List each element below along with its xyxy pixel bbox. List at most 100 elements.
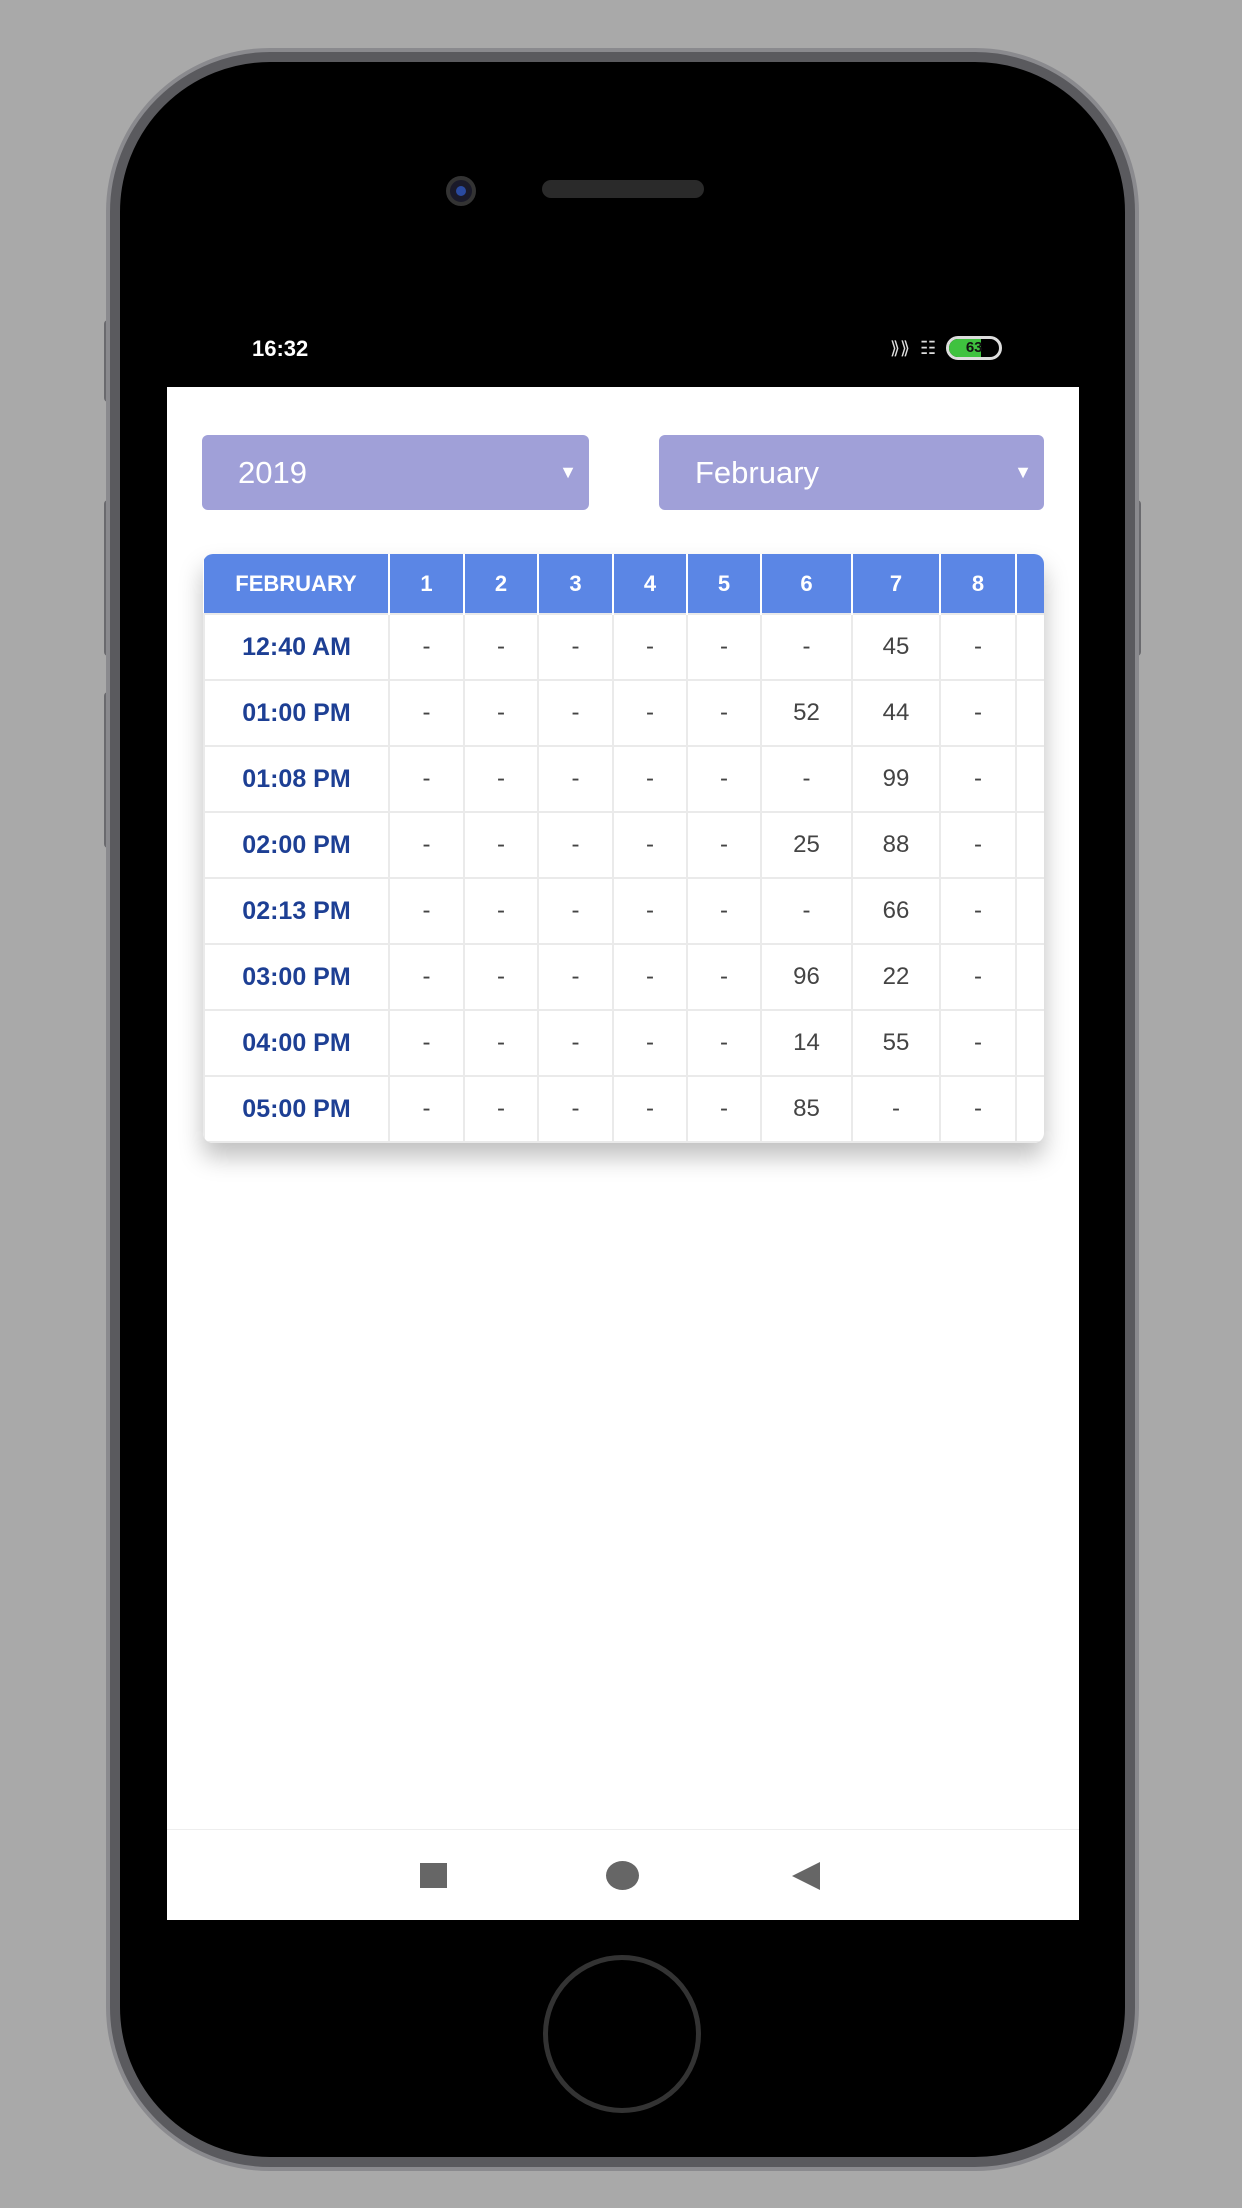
network-icon: ☷ (920, 337, 937, 358)
value-cell: - (939, 1009, 1017, 1077)
year-dropdown[interactable]: 2019 ▼ (202, 435, 589, 510)
value-cell: 25 (760, 811, 853, 879)
value-cell: - (388, 877, 465, 945)
value-cell: - (537, 811, 614, 879)
value-cell: - (939, 745, 1017, 813)
value-cell: - (463, 1075, 539, 1143)
value-cell: - (612, 679, 688, 747)
value-cell: - (537, 613, 614, 681)
back-icon[interactable] (792, 1862, 820, 1890)
value-cell: - (612, 811, 688, 879)
table-row: 05:00 PM - - - - -85- - (203, 1075, 1044, 1143)
battery-icon: 63 (946, 336, 1003, 360)
table-row: 04:00 PM - - - - -14 55- (203, 1009, 1044, 1077)
value-cell: - (537, 943, 614, 1011)
value-cell: - (463, 943, 539, 1011)
readings-table[interactable]: FEBRUARY 1 2 3 4 5 6 7 8 12:40 AM - - - - - -45-01:00 … (203, 554, 1044, 1143)
home-icon[interactable] (606, 1861, 639, 1890)
chevron-down-icon: ▼ (1014, 462, 1032, 482)
value-cell (1015, 811, 1044, 879)
value-cell: - (851, 1075, 941, 1143)
value-cell: 44 (851, 679, 941, 747)
value-cell: - (537, 745, 614, 813)
table-row: 12:40 AM - - - - - -45- (203, 613, 1044, 681)
value-cell (1015, 1075, 1044, 1143)
value-cell (1015, 1009, 1044, 1077)
value-cell: - (686, 745, 762, 813)
home-button[interactable] (543, 1955, 701, 2113)
value-cell: - (939, 613, 1017, 681)
table-row: 03:00 PM - - - - -96 22- (203, 943, 1044, 1011)
value-cell: - (939, 1075, 1017, 1143)
value-cell: - (939, 811, 1017, 879)
table-row: 02:00 PM - - - - -25 88- (203, 811, 1044, 879)
value-cell: - (612, 943, 688, 1011)
time-cell: 03:00 PM (203, 943, 390, 1011)
month-dropdown[interactable]: February ▼ (659, 435, 1044, 510)
value-cell: 99 (851, 745, 941, 813)
value-cell (1015, 745, 1044, 813)
value-cell: - (686, 1009, 762, 1077)
time-cell: 01:00 PM (203, 679, 390, 747)
value-cell: - (463, 745, 539, 813)
recents-icon[interactable] (420, 1863, 447, 1888)
value-cell: - (686, 1075, 762, 1143)
value-cell (1015, 679, 1044, 747)
value-cell: - (463, 679, 539, 747)
time-cell: 12:40 AM (203, 613, 390, 681)
table-row: 02:13 PM - - - - - -66- (203, 877, 1044, 945)
speaker (542, 180, 704, 198)
time-cell: 02:13 PM (203, 877, 390, 945)
value-cell (1015, 613, 1044, 681)
month-value: February (695, 455, 820, 490)
value-cell: - (463, 877, 539, 945)
value-cell: - (388, 613, 465, 681)
value-cell: - (463, 811, 539, 879)
status-icons: ⟫⟫ ☷ 63 (890, 336, 1003, 360)
value-cell: - (388, 1009, 465, 1077)
value-cell: - (760, 745, 853, 813)
value-cell: - (939, 877, 1017, 945)
day-column-header: 4 (613, 554, 688, 614)
value-cell: - (388, 943, 465, 1011)
value-cell: - (612, 613, 688, 681)
battery-level: 63 (965, 339, 983, 356)
value-cell: - (612, 1075, 688, 1143)
day-column-header: 3 (538, 554, 614, 614)
android-nav-bar (167, 1829, 1079, 1920)
app-screen: 2019 ▼ February ▼ FEBRUARY 1 2 3 4 5 6 7 8 12:40… (167, 387, 1079, 1920)
value-cell: - (463, 1009, 539, 1077)
value-cell: - (463, 613, 539, 681)
value-cell: 66 (851, 877, 941, 945)
month-column-header: FEBRUARY (204, 554, 390, 614)
value-cell: - (939, 943, 1017, 1011)
value-cell: - (760, 613, 853, 681)
time-cell: 01:08 PM (203, 745, 390, 813)
chevron-down-icon: ▼ (559, 462, 577, 482)
value-cell: - (686, 943, 762, 1011)
value-cell: 45 (851, 613, 941, 681)
signal-icon: ⟫⟫ (890, 337, 911, 358)
camera-icon (446, 176, 476, 206)
value-cell: - (388, 679, 465, 747)
value-cell: - (939, 679, 1017, 747)
value-cell: - (388, 745, 465, 813)
value-cell: - (686, 613, 762, 681)
value-cell: - (686, 679, 762, 747)
value-cell: 85 (760, 1075, 853, 1143)
value-cell: 52 (760, 679, 853, 747)
value-cell: 55 (851, 1009, 941, 1077)
day-column-header: 2 (464, 554, 539, 614)
value-cell: - (686, 877, 762, 945)
value-cell: - (537, 877, 614, 945)
table-row: 01:00 PM - - - - -52 44- (203, 679, 1044, 747)
value-cell: 96 (760, 943, 853, 1011)
day-column-header: 8 (940, 554, 1017, 614)
value-cell: - (537, 1075, 614, 1143)
table-row: 01:08 PM - - - - - -99- (203, 745, 1044, 813)
value-cell: 88 (851, 811, 941, 879)
value-cell: - (388, 1075, 465, 1143)
day-column-header: 7 (852, 554, 941, 614)
time-cell: 02:00 PM (203, 811, 390, 879)
day-column-header: 6 (761, 554, 853, 614)
